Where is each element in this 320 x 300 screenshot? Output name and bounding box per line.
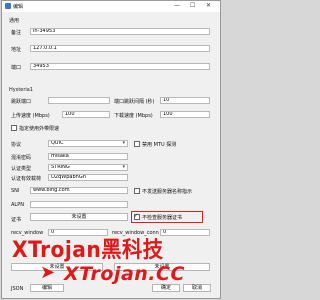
cert-label: 证书 bbox=[11, 217, 22, 223]
cert-button[interactable]: 未设置 bbox=[30, 213, 128, 221]
down-speed-label: 下载速度 (Mbps) bbox=[114, 113, 153, 119]
alpn-input[interactable] bbox=[30, 201, 128, 208]
disable-mtu-label: 禁用 MTU 探测 bbox=[142, 142, 177, 148]
json-label: JSON bbox=[11, 286, 24, 292]
disable-mtu-checkbox[interactable] bbox=[134, 141, 140, 147]
no-sni-label: 不发送服务器名称指示 bbox=[142, 189, 193, 195]
skip-verify-label: 不检查服务器证书 bbox=[142, 215, 183, 221]
general-group-label: 通用 bbox=[9, 18, 20, 24]
address-label: 地址 bbox=[11, 47, 22, 53]
watermark-line-2: XTrojan.CC bbox=[64, 263, 185, 285]
minimize-button[interactable]: — bbox=[174, 2, 180, 10]
no-sni-checkbox[interactable] bbox=[134, 188, 140, 194]
close-button[interactable]: ✕ bbox=[206, 2, 211, 10]
watermark-line-1: XTrojan黑科技 bbox=[12, 238, 164, 263]
specify-bandwidth-checkbox[interactable] bbox=[11, 125, 17, 131]
up-speed-label: 上传速度 (Mbps) bbox=[11, 113, 50, 119]
up-speed-input[interactable]: 100 bbox=[62, 111, 110, 118]
port-input[interactable]: 34953 bbox=[30, 63, 210, 70]
remark-input[interactable]: in-34953 bbox=[30, 28, 210, 35]
title-bar: 编辑 — ☐ ✕ bbox=[2, 1, 220, 12]
window-title: 编辑 bbox=[13, 4, 24, 10]
down-speed-input[interactable]: 100 bbox=[160, 111, 210, 118]
port-label: 端口 bbox=[11, 65, 22, 71]
protocol-select[interactable]: QUIC bbox=[48, 140, 128, 147]
sni-input[interactable]: www.bing.com bbox=[30, 187, 128, 194]
maximize-button[interactable]: ☐ bbox=[190, 2, 195, 10]
sni-label: SNI bbox=[11, 188, 20, 194]
ok-button[interactable]: 确定 bbox=[152, 284, 180, 292]
hop-port-input[interactable] bbox=[48, 97, 110, 104]
hop-interval-label: 端口跳跃间隔 (秒) bbox=[114, 99, 155, 105]
skip-verify-checkbox[interactable] bbox=[134, 213, 140, 220]
recv-window-conn-input[interactable]: 0 bbox=[160, 229, 210, 236]
obfs-label: 混淆密码 bbox=[11, 155, 32, 161]
specify-bandwidth-label: 指定使用外带限速 bbox=[19, 126, 60, 132]
obfs-input[interactable]: misaka bbox=[48, 153, 128, 160]
hop-port-label: 跳跃端口 bbox=[11, 99, 32, 105]
alpn-label: ALPN bbox=[11, 202, 24, 208]
auth-payload-input[interactable]: O2qWpabnGn bbox=[48, 174, 128, 181]
protocol-label: 协议 bbox=[11, 142, 22, 148]
arrow-icon: ➤ bbox=[40, 262, 56, 283]
hop-interval-input[interactable]: 10 bbox=[160, 97, 210, 104]
auth-payload-label: 认证有效载荷 bbox=[11, 176, 42, 182]
remark-label: 备注 bbox=[11, 30, 22, 36]
hysteria-group-label: Hysteria1 bbox=[9, 87, 34, 93]
auth-type-select[interactable]: STRING bbox=[48, 164, 128, 171]
address-input[interactable]: 127.0.0.1 bbox=[30, 45, 210, 52]
auth-type-label: 认证类型 bbox=[11, 166, 32, 172]
cancel-button[interactable]: 取消 bbox=[183, 284, 211, 292]
app-icon bbox=[5, 3, 11, 9]
edit-button[interactable]: 编辑 bbox=[30, 284, 64, 292]
